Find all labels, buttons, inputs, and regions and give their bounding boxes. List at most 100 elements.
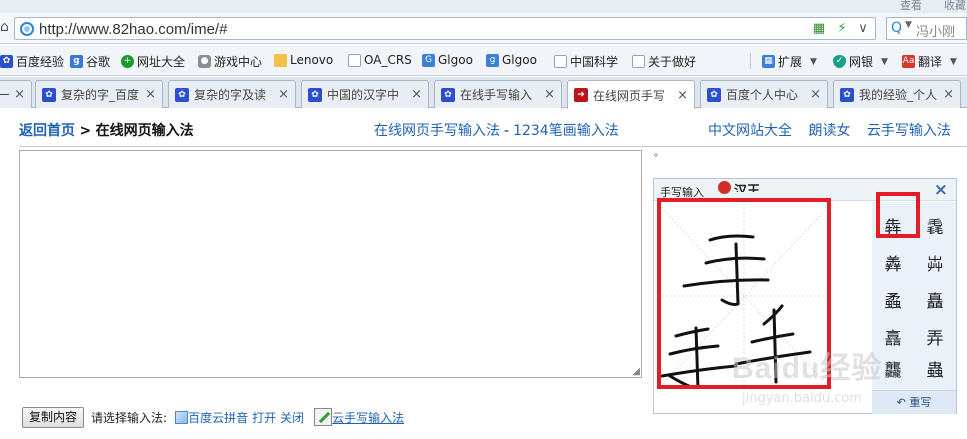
content-textarea[interactable]: ◢ — [19, 150, 642, 378]
header-divider — [19, 146, 967, 147]
tab-title: 百度个人中心 — [726, 88, 799, 102]
baidu-paw-icon: ✿ — [42, 87, 56, 102]
pinyin-open-link[interactable]: 打开 — [252, 409, 276, 426]
reader-link[interactable]: 朗读女 — [808, 123, 850, 139]
bookmark-game-center[interactable]: ● 游戏中心 — [198, 53, 262, 70]
bookmark-label: 百度经验 — [16, 55, 65, 69]
bookmark-label: OA_CRS — [364, 53, 412, 67]
resize-grip-icon[interactable]: ◢ — [632, 367, 640, 377]
tab-close-icon[interactable]: × — [411, 87, 422, 102]
tab-7[interactable]: ✿ 我的经验_个人 × — [833, 80, 961, 108]
bookmark-china-science[interactable]: 中国科学 — [554, 53, 618, 70]
qr-code-icon[interactable]: ▦ — [811, 21, 827, 37]
bookmark-label: Glgoo — [438, 53, 473, 67]
menu-ghost-favorites[interactable]: 收藏 — [944, 0, 966, 13]
translate-menu[interactable]: Aa 翻译 ▼ — [902, 53, 957, 70]
site-icon — [20, 22, 34, 36]
copy-content-button[interactable]: 复制内容 — [22, 406, 85, 428]
home-icon[interactable]: ⌂ — [0, 19, 12, 35]
bookmark-url-directory[interactable]: + 网址大全 — [121, 53, 185, 70]
menu-ghost-view[interactable]: 查看 — [900, 0, 922, 13]
tab-partial[interactable]: 一 × — [0, 80, 32, 108]
bookmark-baidu-jingyan[interactable]: ✿ 百度经验 — [0, 53, 64, 70]
bookmark-label: 谷歌 — [86, 55, 111, 69]
page-icon — [632, 55, 645, 68]
dropdown-arrow-icon: ▼ — [810, 56, 817, 67]
ime-links: 在线网页手写输入法 -1234笔画输入法 — [374, 120, 619, 140]
tab-close-icon[interactable]: × — [14, 87, 25, 102]
url-field[interactable]: http://www.82hao.com/ime/# ▦ ⚡ ∨ — [14, 17, 876, 40]
candidate-10[interactable]: 蟲 — [914, 353, 956, 390]
glgoo-icon: G — [422, 53, 435, 67]
close-icon[interactable]: × — [934, 180, 948, 200]
tab-close-icon[interactable]: × — [145, 87, 156, 102]
bookmark-label: 游戏中心 — [214, 55, 263, 69]
extensions-menu[interactable]: ▦ 扩展 ▼ — [762, 53, 817, 70]
tab-1[interactable]: ✿ 复杂的字_百度 × — [35, 80, 163, 108]
bookmark-about[interactable]: 关于做好 — [632, 53, 696, 70]
candidate-6[interactable]: 矗 — [914, 284, 956, 321]
bookmark-label: Lenovo — [290, 53, 334, 67]
glgoo-icon: g — [486, 53, 499, 67]
bookmark-oa-crs[interactable]: OA_CRS — [348, 53, 412, 67]
tab-strip: 一 × ✿ 复杂的字_百度 × ✿ 复杂的字及读 × ✿ 中国的汉字中 × ✿ 在线手写输入 × … — [0, 77, 967, 109]
candidate-3[interactable]: 羴 — [872, 247, 914, 284]
window-title-strip: 查看 收藏 — [0, 0, 967, 13]
tab-title: 在线手写输入 — [460, 88, 533, 102]
bookmark-glgoo-2[interactable]: g Glgoo — [486, 53, 537, 67]
tab-close-icon[interactable]: × — [943, 87, 954, 102]
folder-icon — [274, 53, 287, 67]
candidate-4[interactable]: 芔 — [914, 247, 956, 284]
toolbar-label: 扩展 — [778, 55, 803, 69]
page-nav: 返回首页 > 在线网页输入法 在线网页手写输入法 -1234笔画输入法 中文网站大… — [0, 108, 967, 146]
cloud-handwriting-link[interactable]: 云手写输入法 — [867, 123, 951, 139]
bookmarks-bar: ✿ 百度经验 g 谷歌 + 网址大全 ● 游戏中心 Lenovo OA_CRS G Glg… — [0, 45, 967, 76]
search-engine-dropdown-icon[interactable]: ▼ — [905, 20, 912, 30]
tab-2[interactable]: ✿ 复杂的字及读 × — [168, 80, 296, 108]
dropdown-arrow-icon: ▼ — [881, 56, 888, 67]
arrow-right-icon: ➜ — [574, 88, 588, 102]
tab-active[interactable]: ➜ 在线网页手写 × — [567, 80, 695, 109]
tab-6[interactable]: ✿ 百度个人中心 × — [700, 80, 828, 108]
tab-4[interactable]: ✿ 在线手写输入 × — [434, 80, 562, 108]
baidu-paw-icon: ✿ — [0, 55, 13, 68]
candidate-5[interactable]: 蟊 — [872, 284, 914, 321]
cloud-handwriting-ime-link[interactable]: 云手写输入法 — [332, 409, 404, 426]
rewrite-button[interactable]: ↶ 重写 — [872, 390, 956, 414]
punctuation-mark: 。 — [654, 148, 664, 159]
url-dropdown-icon[interactable]: ∨ — [855, 21, 871, 37]
plus-circle-icon: + — [121, 55, 134, 68]
choose-ime-label: 请选择输入法: — [91, 410, 168, 425]
baidu-paw-icon: ✿ — [441, 87, 455, 102]
bookmark-google[interactable]: g 谷歌 — [70, 53, 110, 70]
search-box[interactable]: Q ▼ 冯小刚 — [886, 17, 967, 40]
pinyin-close-link[interactable]: 关闭 — [280, 409, 304, 426]
candidate-9[interactable]: 龘 — [872, 353, 914, 390]
tab-close-icon[interactable]: × — [544, 87, 555, 102]
candidate-2[interactable]: 毳 — [914, 210, 956, 247]
breadcrumb: 返回首页 > 在线网页输入法 — [19, 120, 194, 140]
search-query: 冯小刚 — [916, 25, 956, 40]
bookmark-label: 中国科学 — [570, 55, 619, 69]
extensions-icon: ▦ — [762, 55, 775, 68]
speed-mode-icon[interactable]: ⚡ — [834, 21, 850, 37]
tab-close-icon[interactable]: × — [677, 88, 688, 103]
home-link[interactable]: 返回首页 — [19, 123, 75, 139]
baidu-pinyin-label: 百度云拼音 — [188, 410, 249, 425]
online-banking-menu[interactable]: ✓ 网银 ▼ — [833, 53, 888, 70]
tab-3[interactable]: ✿ 中国的汉字中 × — [301, 80, 429, 108]
tab-close-icon[interactable]: × — [278, 87, 289, 102]
page-icon — [348, 53, 361, 67]
page-icon — [554, 55, 567, 68]
canvas-highlight-box — [657, 198, 831, 389]
google-icon: g — [70, 55, 83, 68]
handwriting-ime-link[interactable]: 在线网页手写输入法 — [374, 123, 500, 139]
chinese-sites-link[interactable]: 中文网站大全 — [708, 123, 792, 139]
tab-close-icon[interactable]: × — [810, 87, 821, 102]
selected-candidate-highlight-box — [876, 192, 920, 238]
stroke-ime-link[interactable]: 1234笔画输入法 — [513, 123, 619, 139]
bookmark-glgoo-1[interactable]: G Glgoo — [422, 53, 473, 67]
bookmark-lenovo[interactable]: Lenovo — [274, 53, 333, 67]
url-text: http://www.82hao.com/ime/# — [39, 21, 228, 38]
baidu-pinyin-icon — [175, 410, 189, 424]
